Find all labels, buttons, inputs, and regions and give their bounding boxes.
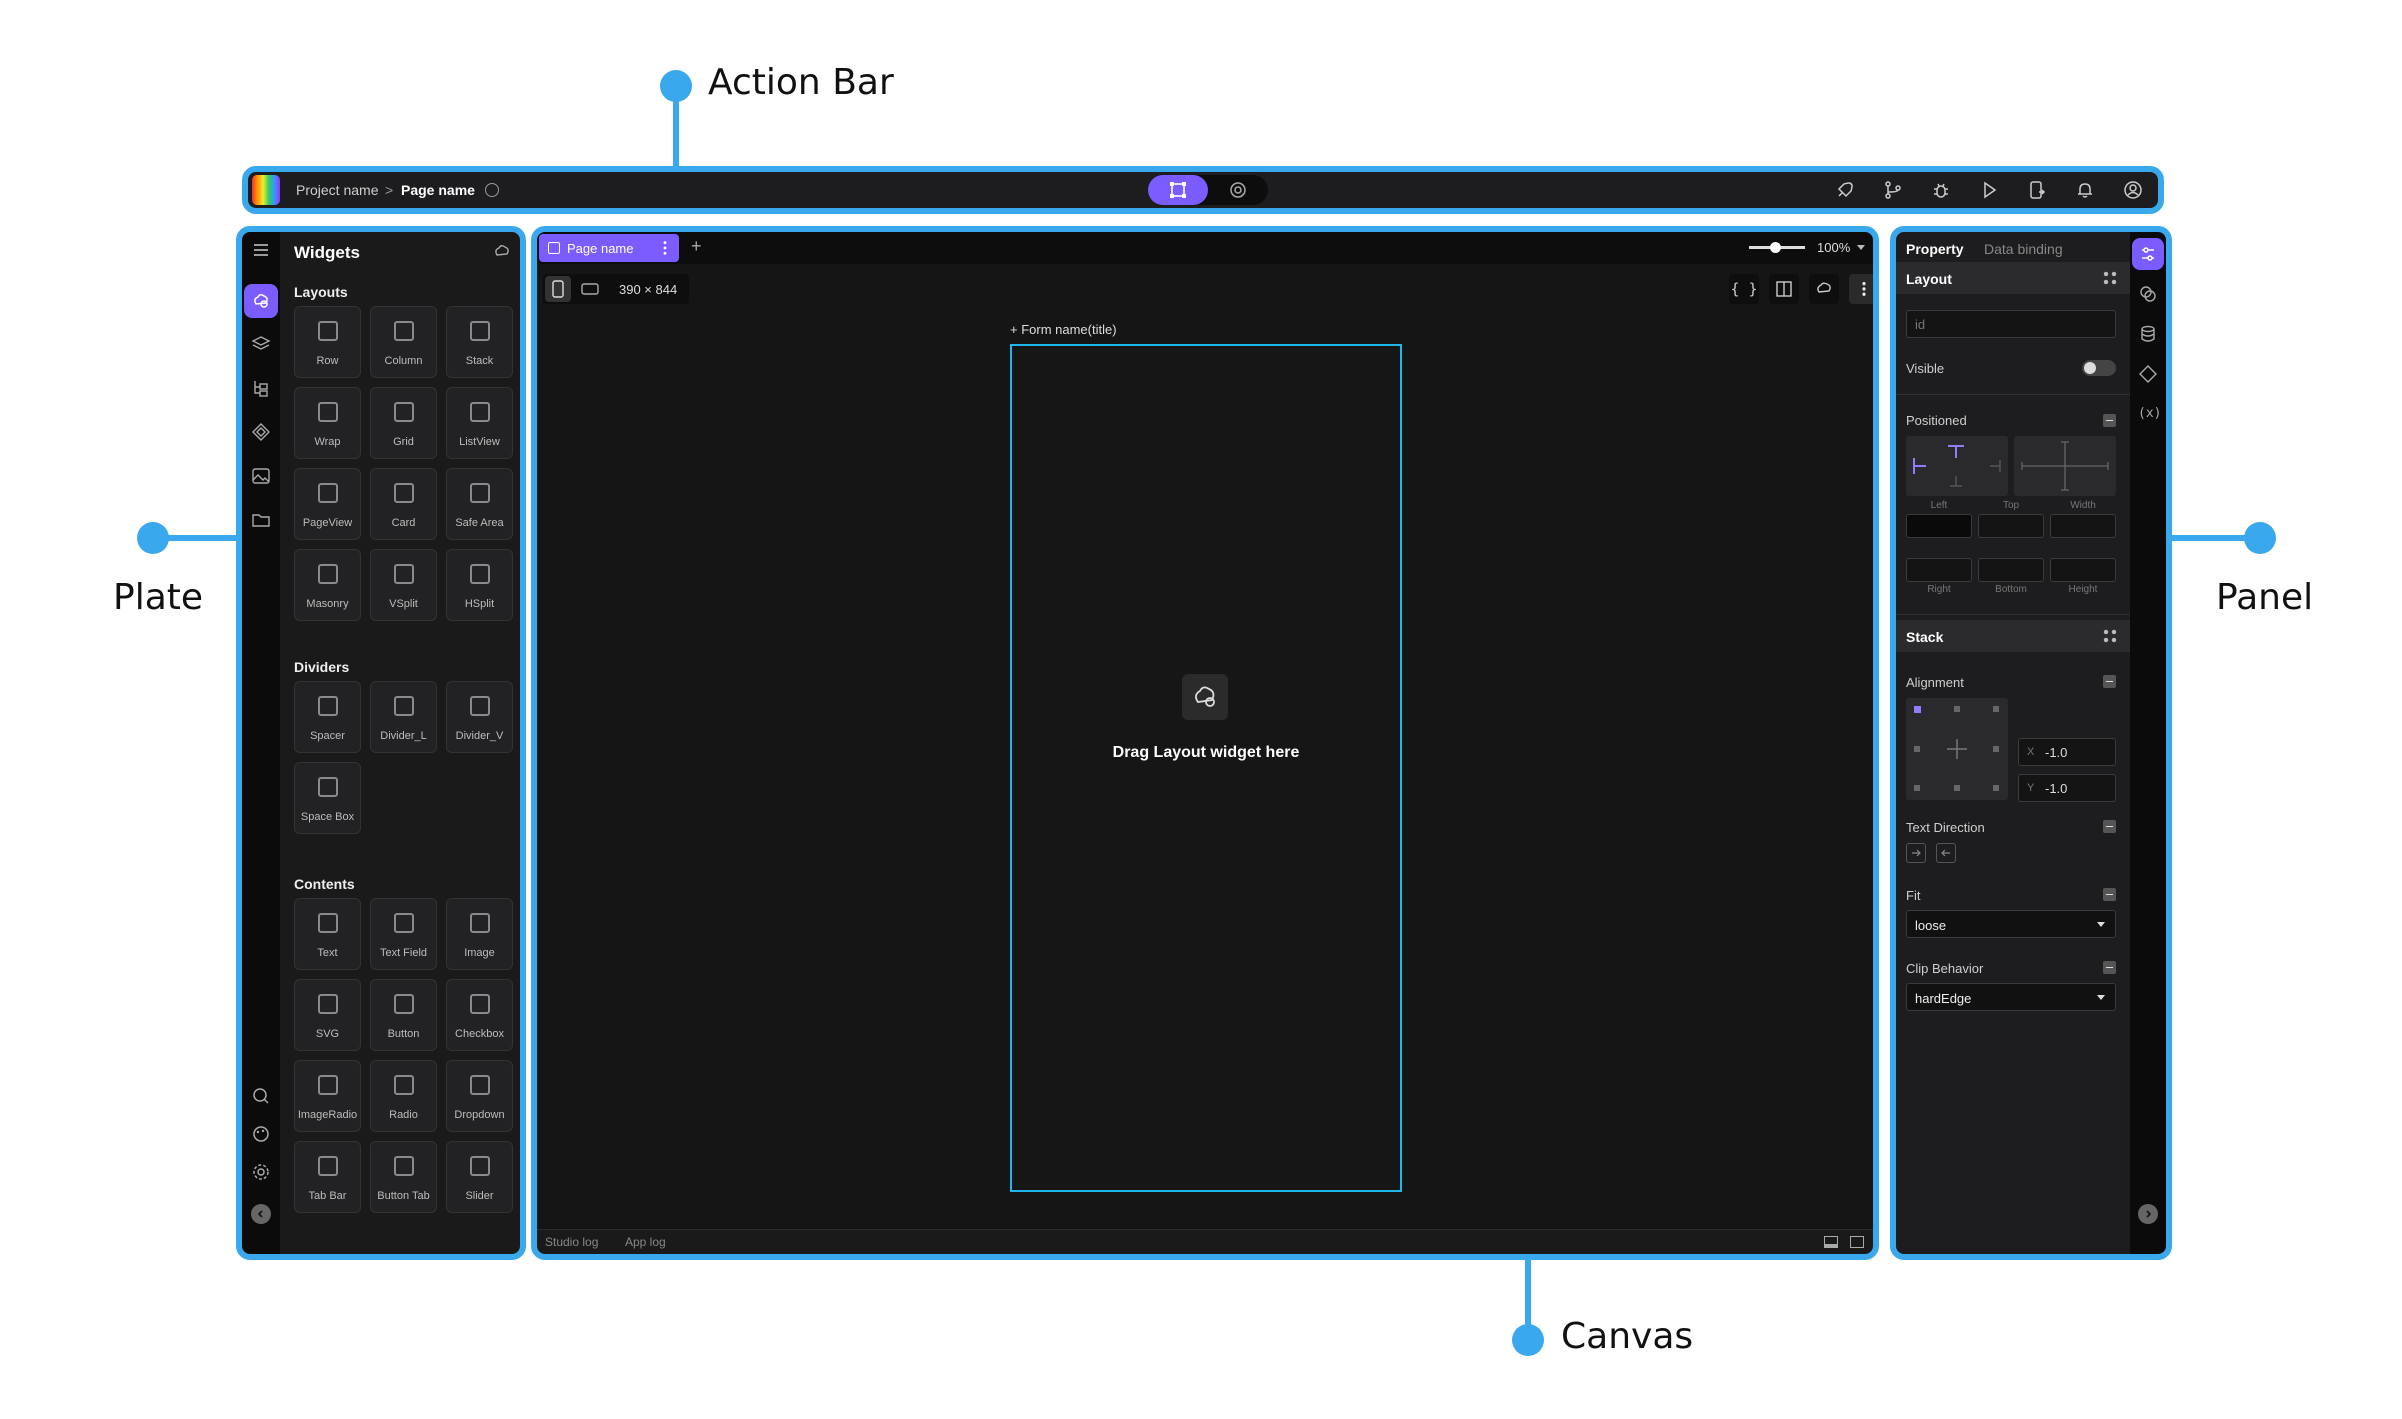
plate-callout-dot bbox=[137, 522, 169, 554]
panel-highlight bbox=[1890, 226, 2172, 1260]
canvas-callout-dot bbox=[1512, 1324, 1544, 1356]
action-bar-callout-line bbox=[673, 100, 679, 168]
canvas-callout-label: Canvas bbox=[1561, 1316, 1694, 1357]
panel-callout-label: Panel bbox=[2216, 577, 2314, 618]
action-bar-callout-dot bbox=[660, 70, 692, 102]
canvas-highlight bbox=[531, 226, 1879, 1260]
panel-callout-dot bbox=[2244, 522, 2276, 554]
plate-callout-label: Plate bbox=[113, 577, 204, 618]
action-bar-highlight bbox=[242, 166, 2164, 214]
plate-callout-line bbox=[166, 535, 238, 541]
panel-callout-line bbox=[2172, 535, 2246, 541]
canvas-callout-line bbox=[1525, 1258, 1531, 1326]
plate-highlight bbox=[236, 226, 526, 1260]
action-bar-callout-label: Action Bar bbox=[708, 62, 894, 103]
